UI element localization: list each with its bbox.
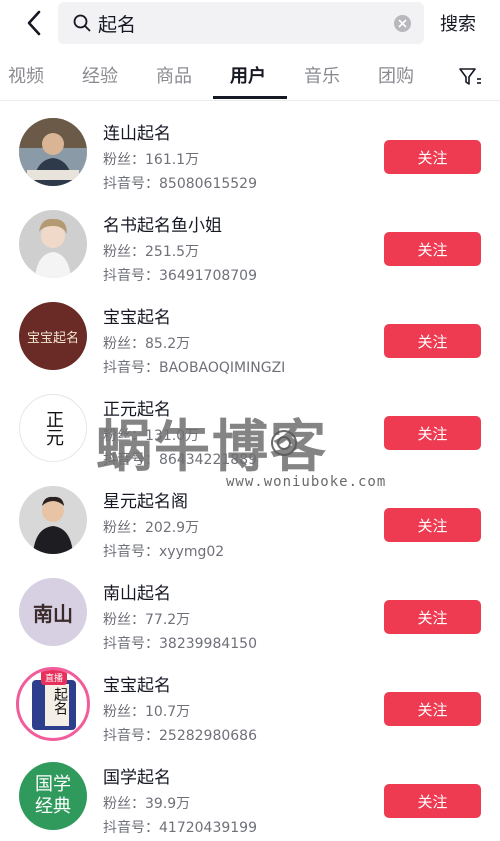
user-name[interactable]: 连山起名 xyxy=(103,119,171,144)
avatar[interactable]: 宝宝起名 xyxy=(19,302,87,370)
clear-icon[interactable] xyxy=(394,15,411,32)
chevron-left-icon xyxy=(27,10,41,36)
tab-group-buy[interactable]: 团购 xyxy=(378,62,414,88)
tab-experience[interactable]: 经验 xyxy=(82,62,118,88)
list-item[interactable]: 国学 经典 国学起名 粉丝：39.9万 抖音号：41720439199 关注 xyxy=(0,744,500,836)
avatar[interactable] xyxy=(19,118,87,186)
fans-count: 粉丝：131.0万 xyxy=(103,428,200,444)
filter-icon xyxy=(459,68,481,85)
avatar[interactable]: 起名 直播 xyxy=(16,667,90,741)
tab-users[interactable]: 用户 xyxy=(230,62,266,88)
fans-count: 粉丝：251.5万 xyxy=(103,244,200,260)
fans-count: 粉丝：39.9万 xyxy=(103,796,191,812)
avatar[interactable] xyxy=(19,210,87,278)
douyin-id: 抖音号：86434221889 xyxy=(103,452,257,468)
douyin-id: 抖音号：38239984150 xyxy=(103,636,257,652)
douyin-id: 抖音号：BAOBAOQIMINGZI xyxy=(103,360,286,376)
follow-button[interactable]: 关注 xyxy=(384,784,481,818)
user-list: 连山起名 粉丝：161.1万 抖音号：85080615529 关注 名书起名鱼小… xyxy=(0,100,500,836)
follow-button[interactable]: 关注 xyxy=(384,324,481,358)
tab-products[interactable]: 商品 xyxy=(156,62,192,88)
fans-count: 粉丝：77.2万 xyxy=(103,612,191,628)
avatar[interactable] xyxy=(19,486,87,554)
list-item[interactable]: 宝宝起名 宝宝起名 粉丝：85.2万 抖音号：BAOBAOQIMINGZI 关注 xyxy=(0,284,500,376)
list-item[interactable]: 起名 直播 宝宝起名 粉丝：10.7万 抖音号：25282980686 关注 xyxy=(0,652,500,744)
active-tab-indicator xyxy=(213,96,287,99)
list-item[interactable]: 名书起名鱼小姐 粉丝：251.5万 抖音号：36491708709 关注 xyxy=(0,192,500,284)
user-name[interactable]: 宝宝起名 xyxy=(103,671,171,696)
user-name[interactable]: 宝宝起名 xyxy=(103,303,171,328)
follow-button[interactable]: 关注 xyxy=(384,508,481,542)
list-item[interactable]: 星元起名阁 粉丝：202.9万 抖音号：xyymg02 关注 xyxy=(0,468,500,560)
avatar-logo-text: 南山 xyxy=(33,601,73,626)
user-name[interactable]: 国学起名 xyxy=(103,763,171,788)
douyin-id: 抖音号：85080615529 xyxy=(103,176,257,192)
fans-count: 粉丝：10.7万 xyxy=(103,704,191,720)
search-box[interactable] xyxy=(58,2,424,44)
user-name[interactable]: 南山起名 xyxy=(103,579,171,604)
search-input[interactable] xyxy=(98,8,378,38)
list-item[interactable]: 连山起名 粉丝：161.1万 抖音号：85080615529 关注 xyxy=(0,100,500,192)
avatar-logo-text: 起名 xyxy=(52,687,68,715)
avatar[interactable]: 正元 xyxy=(19,394,87,462)
follow-button[interactable]: 关注 xyxy=(384,600,481,634)
filter-button[interactable] xyxy=(458,66,482,88)
douyin-id: 抖音号：41720439199 xyxy=(103,820,257,836)
douyin-id: 抖音号：36491708709 xyxy=(103,268,257,284)
fans-count: 粉丝：85.2万 xyxy=(103,336,191,352)
fans-count: 粉丝：161.1万 xyxy=(103,152,200,168)
user-name[interactable]: 名书起名鱼小姐 xyxy=(103,211,222,236)
tab-music[interactable]: 音乐 xyxy=(304,62,340,88)
avatar-logo-text: 经典 xyxy=(35,796,71,817)
avatar-logo-text: 正元 xyxy=(43,410,64,446)
follow-button[interactable]: 关注 xyxy=(384,692,481,726)
live-badge: 直播 xyxy=(41,670,68,685)
user-name[interactable]: 正元起名 xyxy=(103,395,171,420)
follow-button[interactable]: 关注 xyxy=(384,232,481,266)
douyin-id: 抖音号：25282980686 xyxy=(103,728,257,744)
avatar-logo-text: 国学 xyxy=(35,774,71,795)
search-button[interactable]: 搜索 xyxy=(440,10,476,36)
list-item[interactable]: 南山 南山起名 粉丝：77.2万 抖音号：38239984150 关注 xyxy=(0,560,500,652)
top-bar: 搜索 xyxy=(0,0,500,50)
follow-button[interactable]: 关注 xyxy=(384,140,481,174)
user-name[interactable]: 星元起名阁 xyxy=(103,487,188,512)
avatar[interactable]: 国学 经典 xyxy=(19,762,87,830)
list-item[interactable]: 正元 正元起名 粉丝：131.0万 抖音号：86434221889 关注 xyxy=(0,376,500,468)
tab-videos[interactable]: 视频 xyxy=(8,62,44,88)
douyin-id: 抖音号：xyymg02 xyxy=(103,544,225,560)
tab-bar: 视频 经验 商品 用户 音乐 团购 xyxy=(0,52,500,101)
search-icon xyxy=(73,14,91,32)
back-button[interactable] xyxy=(20,8,48,38)
avatar[interactable]: 南山 xyxy=(19,578,87,646)
fans-count: 粉丝：202.9万 xyxy=(103,520,200,536)
avatar-logo-text: 宝宝起名 xyxy=(26,330,79,346)
follow-button[interactable]: 关注 xyxy=(384,416,481,450)
